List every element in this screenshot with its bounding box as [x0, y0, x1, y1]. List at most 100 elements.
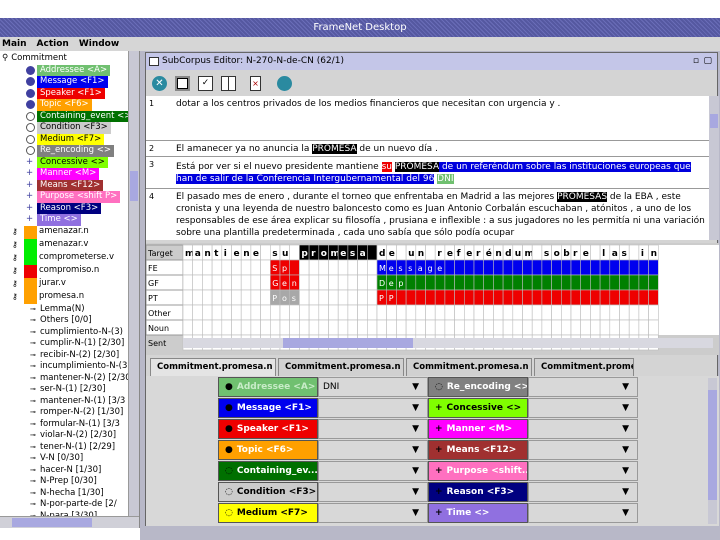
grid-cell[interactable] — [609, 289, 620, 306]
grid-cell[interactable] — [648, 304, 659, 321]
grid-cell[interactable] — [250, 259, 261, 276]
tree-fe-item[interactable]: Condition <F3> — [2, 122, 139, 134]
grid-cell[interactable] — [260, 319, 271, 336]
tree-fe-item[interactable]: Addressee <A> — [2, 64, 139, 76]
grid-cell[interactable] — [289, 319, 300, 336]
grid-cell[interactable] — [434, 304, 446, 321]
close-icon[interactable]: ✕ — [152, 75, 167, 91]
grid-cell[interactable] — [405, 274, 417, 291]
grid-cell[interactable] — [599, 304, 611, 321]
tree-subcorpus-item[interactable]: ⊸ N-Prep [0/30] — [2, 476, 139, 488]
grid-cell[interactable] — [444, 274, 455, 291]
grid-cell[interactable] — [347, 319, 358, 336]
grid-cell[interactable] — [454, 259, 465, 276]
grid-cell[interactable] — [590, 274, 601, 291]
fe-button[interactable]: + Purpose <shift... — [428, 461, 528, 481]
grid-cell[interactable] — [308, 289, 320, 306]
grid-cell[interactable] — [541, 319, 552, 336]
tree-fe-item[interactable]: Containing_event <> — [2, 110, 139, 122]
grid-cell[interactable] — [648, 319, 659, 336]
tree-lu-item[interactable]: ⚷ amenazar.n — [2, 225, 139, 239]
grid-cell[interactable] — [318, 289, 329, 306]
grid-cell[interactable] — [289, 244, 300, 261]
grid-cell[interactable] — [211, 319, 223, 336]
grid-cell[interactable] — [202, 259, 213, 276]
grid-cell[interactable] — [444, 319, 455, 336]
grid-cell[interactable] — [192, 289, 203, 306]
grid-cell[interactable] — [328, 304, 339, 321]
grid-cell[interactable] — [202, 289, 213, 306]
grid-cell[interactable] — [648, 274, 659, 291]
grid-cell[interactable] — [434, 289, 446, 306]
grid-cell[interactable] — [221, 289, 232, 306]
grid-cell[interactable] — [473, 304, 484, 321]
fe-value-select[interactable]: ▼ — [318, 398, 428, 418]
fe-button[interactable]: + Manner <M> — [428, 419, 528, 439]
fe-value-select[interactable]: ▼ — [318, 482, 428, 502]
grid-cell[interactable] — [396, 304, 407, 321]
grid-cell[interactable] — [473, 274, 484, 291]
grid-cell[interactable] — [182, 259, 193, 276]
scrollbar-thumb[interactable] — [283, 338, 413, 348]
grid-cell[interactable] — [357, 259, 368, 276]
fe-button[interactable]: ◌ Re_encoding <> — [428, 377, 528, 397]
grid-cell[interactable] — [522, 319, 533, 336]
grid-cell[interactable] — [396, 319, 407, 336]
grid-cell[interactable] — [502, 289, 514, 306]
sentence-row[interactable]: 2 El amanecer ya no anuncia la PROMESA de… — [146, 141, 709, 157]
fe-button[interactable]: ● Message <F1> — [218, 398, 318, 418]
grid-cell[interactable] — [628, 289, 640, 306]
grid-cell[interactable] — [202, 304, 213, 321]
grid-cell[interactable] — [357, 319, 368, 336]
tree-fe-item[interactable]: + Reason <F3> — [2, 202, 139, 214]
grid-cell[interactable] — [619, 319, 630, 336]
grid-cell[interactable] — [638, 259, 649, 276]
tree-subcorpus-item[interactable]: ⊸ ser-N-(1) [2/30] — [2, 384, 139, 396]
grid-cell[interactable] — [308, 259, 320, 276]
grid-cell[interactable] — [483, 304, 494, 321]
grid-cell[interactable] — [337, 319, 349, 336]
grid-cell[interactable] — [386, 319, 397, 336]
help-icon[interactable] — [277, 75, 292, 91]
grid-cell[interactable] — [493, 304, 504, 321]
grid-cell[interactable] — [192, 304, 203, 321]
fe-value-select[interactable]: ▼ — [318, 461, 428, 481]
fe-button[interactable]: + Concessive <> — [428, 398, 528, 418]
fe-button[interactable]: ● Topic <F6> — [218, 440, 318, 460]
grid-cell[interactable] — [240, 259, 252, 276]
grid-cell[interactable] — [221, 304, 232, 321]
tree-lu-item[interactable]: ⚷ promesa.n — [2, 290, 139, 304]
grid-cell[interactable] — [502, 274, 514, 291]
tree-fe-item[interactable]: Medium <F7> — [2, 133, 139, 145]
tree-horizontal-scrollbar[interactable] — [0, 516, 139, 528]
grid-cell[interactable] — [531, 274, 543, 291]
grid-cell[interactable] — [357, 289, 368, 306]
grid-cell[interactable] — [522, 274, 533, 291]
grid-cell[interactable] — [299, 319, 310, 336]
grid-cell[interactable] — [551, 304, 562, 321]
grid-cell[interactable] — [444, 289, 455, 306]
grid-cell[interactable] — [570, 304, 581, 321]
tree-fe-item[interactable]: + Means <F12> — [2, 179, 139, 191]
grid-horizontal-scrollbar[interactable] — [183, 338, 713, 348]
grid-cell[interactable] — [405, 319, 417, 336]
grid-cell[interactable] — [531, 319, 543, 336]
tree-subcorpus-item[interactable]: ⊸ cumplir-N-(1) [2/30] — [2, 338, 139, 350]
grid-cell[interactable] — [599, 319, 611, 336]
check-view-icon[interactable]: ✓ — [198, 75, 213, 91]
grid-cell[interactable] — [619, 259, 630, 276]
grid-cell[interactable] — [367, 319, 378, 336]
grid-cell[interactable] — [512, 259, 523, 276]
grid-cell[interactable] — [182, 289, 193, 306]
grid-cell[interactable] — [522, 304, 533, 321]
grid-cell[interactable] — [347, 274, 358, 291]
menu-window[interactable]: Window — [79, 37, 119, 51]
tree-fe-item[interactable]: + Concessive <> — [2, 156, 139, 168]
grid-cell[interactable] — [328, 289, 339, 306]
grid-cell[interactable] — [347, 259, 358, 276]
grid-cell[interactable] — [541, 304, 552, 321]
fe-value-select[interactable]: DNI ▼ — [318, 377, 428, 397]
grid-cell[interactable] — [182, 274, 193, 291]
fe-table-scrollbar[interactable] — [708, 378, 717, 524]
fe-button[interactable]: ◌ Medium <F7> — [218, 503, 318, 523]
